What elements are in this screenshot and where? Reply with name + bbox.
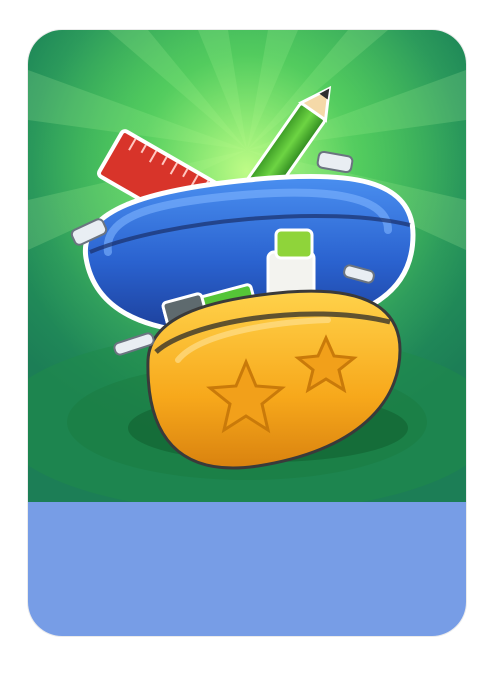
card-footer — [28, 502, 466, 636]
item-artwork — [28, 30, 466, 502]
item-card[interactable] — [28, 30, 466, 636]
pencil-case-illustration — [28, 30, 466, 502]
